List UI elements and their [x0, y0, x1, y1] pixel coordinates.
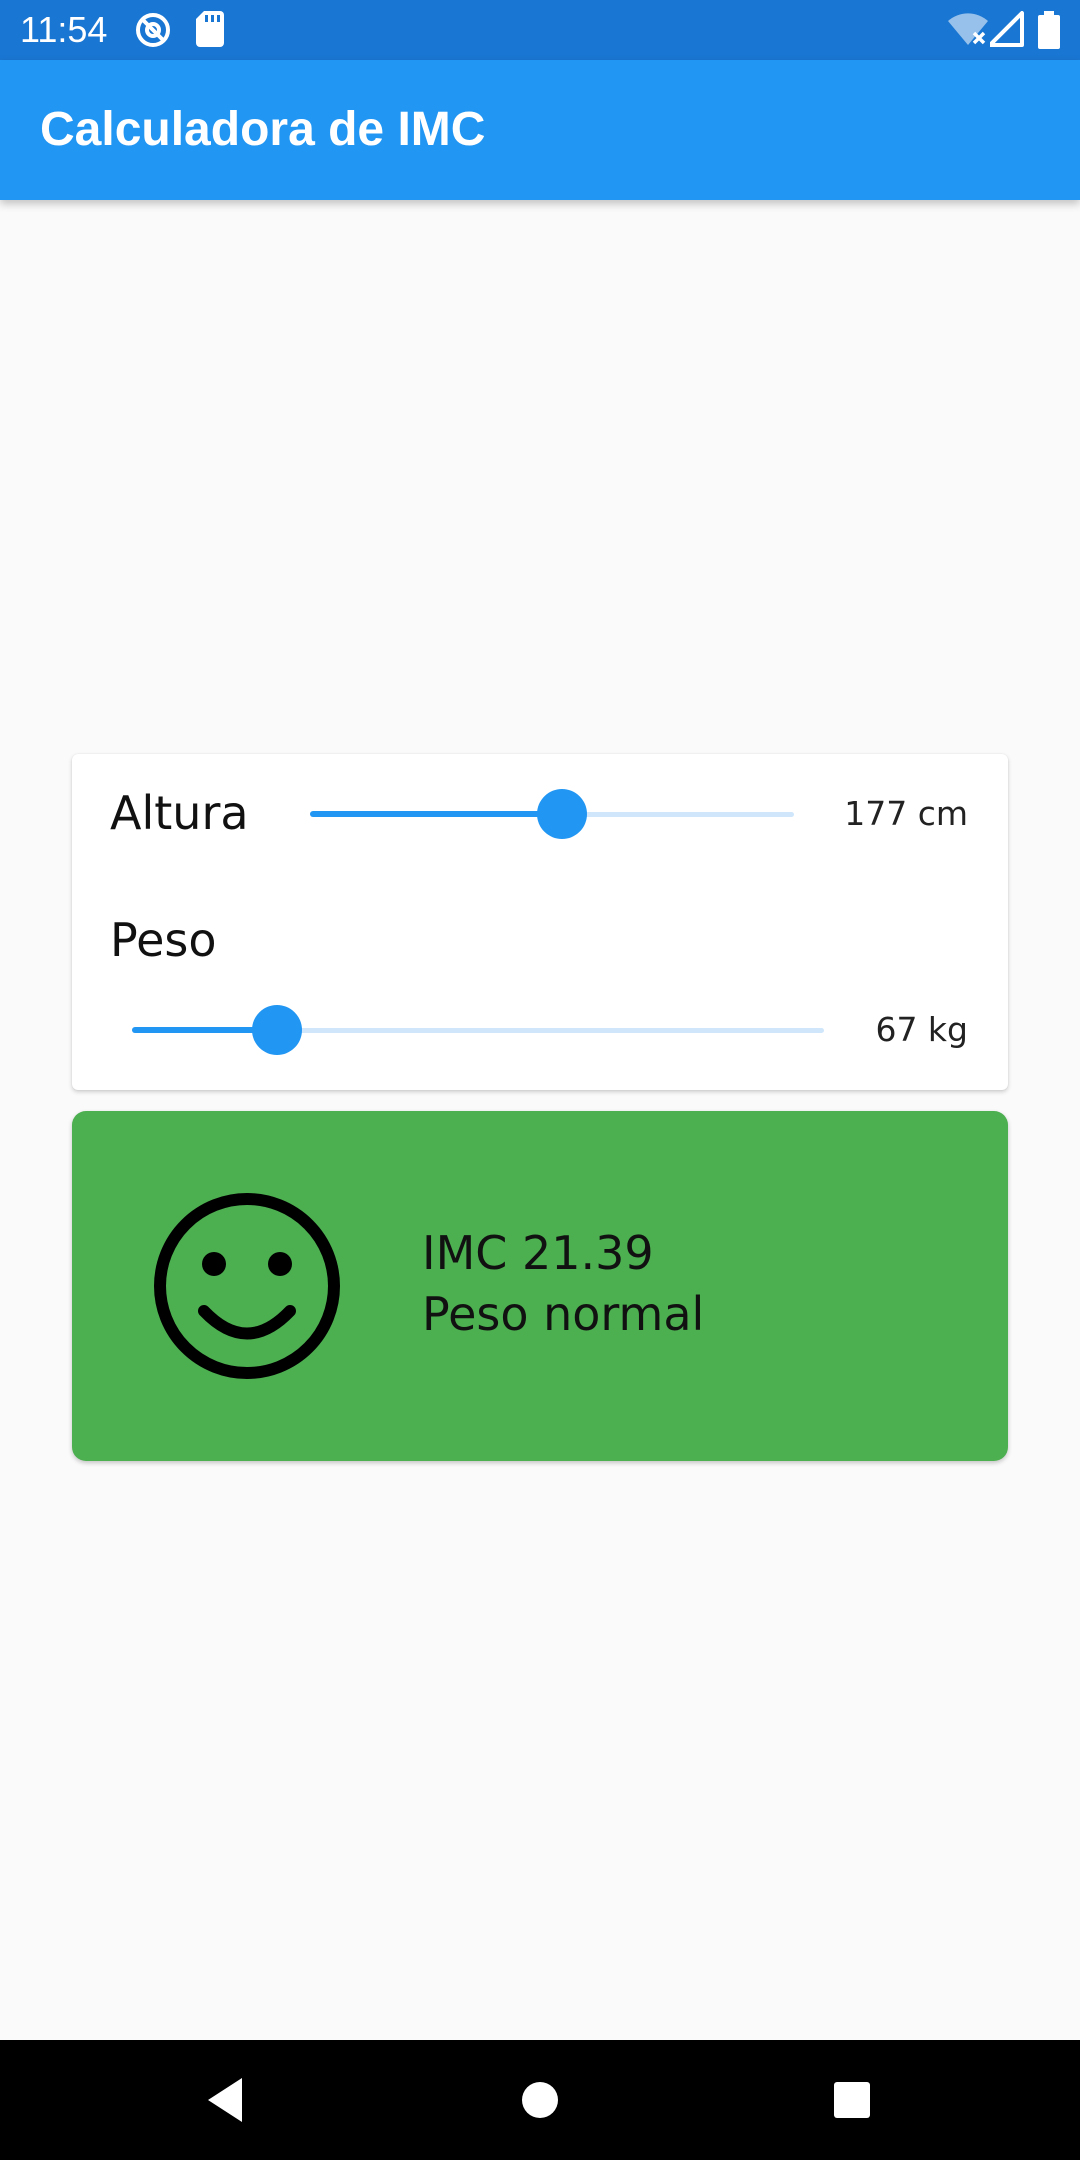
- height-value: 177 cm: [844, 794, 968, 833]
- weight-slider[interactable]: [132, 1000, 824, 1060]
- imc-category: Peso normal: [422, 1287, 705, 1341]
- back-icon[interactable]: [196, 2070, 256, 2130]
- height-slider-thumb[interactable]: [536, 789, 587, 839]
- weight-value: 67 kg: [875, 1010, 968, 1049]
- navigation-bar: [0, 2040, 1080, 2160]
- sd-card-icon: [196, 11, 224, 47]
- weight-label: Peso: [110, 913, 217, 967]
- height-slider[interactable]: [310, 784, 794, 844]
- imc-value: IMC 21.39: [422, 1226, 654, 1280]
- app-bar: Calculadora de IMC: [0, 60, 1080, 200]
- battery-icon: [1038, 11, 1060, 49]
- height-label: Altura: [110, 786, 249, 840]
- signal-icon: [990, 11, 1024, 47]
- weight-slider-thumb[interactable]: [252, 1005, 303, 1055]
- recents-icon[interactable]: [822, 2070, 882, 2130]
- height-slider-fill: [310, 811, 562, 817]
- status-bar: 11:54: [0, 0, 1080, 60]
- smiley-face-icon: [152, 1191, 342, 1381]
- app-title: Calculadora de IMC: [40, 103, 486, 156]
- status-time: 11:54: [20, 9, 108, 50]
- result-text: IMC 21.39 Peso normal: [422, 1223, 704, 1345]
- at-sign-icon: [134, 11, 172, 49]
- result-card: IMC 21.39 Peso normal: [72, 1111, 1008, 1461]
- wifi-off-icon: [948, 11, 988, 47]
- home-icon[interactable]: [510, 2070, 570, 2130]
- input-card: Altura 177 cm Peso 67 kg: [72, 754, 1008, 1090]
